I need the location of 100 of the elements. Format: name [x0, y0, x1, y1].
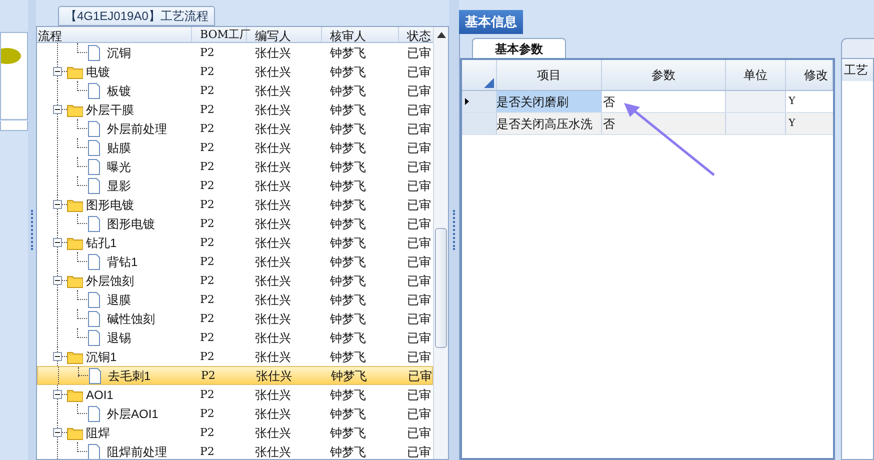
tree-label: 背钻1 [107, 254, 138, 270]
table-cell: P2 [200, 217, 214, 230]
tree-row[interactable]: 去毛刺1 P2 张仕兴 钟梦飞 已审 [37, 366, 433, 385]
tree-label: 图形电镀 [107, 216, 155, 232]
table-cell: 已审 [407, 330, 431, 344]
tree-label: 阻焊 [86, 424, 110, 442]
tree-label: 退膜 [107, 292, 131, 308]
scrollbar[interactable] [433, 27, 448, 459]
document-icon [87, 330, 101, 346]
collapse-toggle[interactable] [53, 105, 62, 114]
tree-label: 图形电镀 [86, 196, 134, 214]
table-cell: 钟梦飞 [330, 350, 366, 364]
table-cell: 已审 [407, 64, 431, 78]
table-cell: 钟梦飞 [330, 160, 366, 174]
collapse-toggle[interactable] [53, 276, 62, 285]
table-cell: 已审 [407, 122, 431, 136]
scroll-up-icon[interactable] [436, 32, 446, 38]
tree-label: 阻焊前处理 [107, 444, 167, 459]
column-header[interactable]: 单位 [743, 66, 768, 84]
minus-icon [54, 239, 61, 246]
table-cell: 张仕兴 [255, 292, 291, 306]
collapse-toggle[interactable] [53, 67, 62, 76]
table-cell: 已审 [407, 178, 431, 192]
splitter-handle[interactable] [449, 0, 459, 460]
splitter-handle[interactable] [28, 0, 36, 460]
table-cell: P2 [200, 350, 214, 364]
table-cell-text: 是否关闭高压水洗 [496, 116, 593, 132]
table-cell: 张仕兴 [255, 350, 291, 364]
table-cell: 已审 [407, 274, 431, 288]
table-cell: 钟梦飞 [330, 84, 366, 98]
table-row[interactable]: 是否关闭高压水洗 否 Y [462, 113, 833, 135]
column-header[interactable]: 核审人 [322, 27, 399, 42]
table-cell: 张仕兴 [255, 160, 291, 174]
table-cell: 张仕兴 [255, 426, 291, 440]
tree-label: 去毛刺1 [108, 368, 151, 384]
row-pointer-icon [465, 98, 469, 105]
collapse-toggle[interactable] [53, 428, 62, 437]
scroll-thumb[interactable] [435, 228, 447, 348]
table-cell: 张仕兴 [255, 198, 291, 212]
tree-label: 外层前处理 [107, 120, 167, 138]
document-icon [87, 254, 101, 270]
collapse-toggle[interactable] [53, 238, 62, 247]
table-cell: 张仕兴 [255, 444, 291, 458]
table-cell: 已审 [407, 388, 431, 402]
table-cell: 张仕兴 [255, 84, 291, 98]
table-cell: P2 [201, 369, 216, 382]
table-cell: 张仕兴 [255, 330, 291, 344]
folder-icon [67, 236, 83, 250]
table-cell: 张仕兴 [255, 64, 291, 78]
table-cell: 已审 [407, 444, 431, 458]
column-header[interactable]: 流程 [37, 27, 192, 42]
table-cell: 钟梦飞 [330, 122, 366, 136]
minus-icon [54, 429, 61, 436]
document-icon [87, 120, 101, 136]
table-cell: 张仕兴 [255, 140, 291, 154]
table-cell: 钟梦飞 [330, 46, 366, 60]
table-cell-text: Y [788, 95, 796, 109]
panel-title-tab[interactable]: 【4G1EJ019A0】工艺流程 [58, 6, 216, 26]
column-header[interactable]: 项目 [536, 66, 561, 84]
table-cell: 钟梦飞 [330, 236, 366, 250]
table-cell: P2 [200, 198, 214, 212]
tree-label: 板镀 [107, 82, 131, 100]
table-cell: P2 [200, 122, 214, 136]
document-icon [87, 310, 101, 326]
table-cell: P2 [200, 65, 214, 78]
tab[interactable]: 基本参数 [472, 38, 566, 58]
table-cell: 已审 [407, 198, 431, 212]
tree-label: 退锡 [107, 330, 131, 346]
minus-icon [54, 277, 61, 284]
table-cell: 张仕兴 [255, 122, 291, 136]
document-icon [87, 216, 101, 232]
table-cell: 已审 [407, 236, 431, 250]
table-cell: P2 [200, 274, 214, 288]
tab[interactable]: 基本信息 [459, 10, 523, 34]
document-icon [88, 368, 102, 384]
table-cell: 张仕兴 [255, 46, 291, 60]
table-cell: 张仕兴 [255, 216, 291, 230]
collapse-toggle[interactable] [53, 352, 62, 361]
table-cell: 已审 [407, 84, 431, 98]
table-cell: 张仕兴 [256, 368, 292, 382]
collapse-toggle[interactable] [53, 390, 62, 399]
table-cell-text: 否 [603, 94, 616, 110]
table-cell: P2 [200, 255, 214, 268]
column-header[interactable]: 参数 [652, 66, 676, 84]
table-cell: P2 [200, 331, 214, 344]
table-cell: P2 [200, 103, 214, 116]
collapse-toggle[interactable] [53, 200, 62, 209]
table-cell: 张仕兴 [255, 178, 291, 192]
column-header[interactable]: 修改 [804, 66, 828, 84]
table-cell: P2 [200, 236, 214, 250]
table-cell: 已审 [407, 140, 431, 154]
minus-icon [54, 201, 61, 208]
column-header[interactable]: 编写人 [247, 27, 322, 42]
table-cell: 钟梦飞 [330, 254, 366, 268]
table-cell: 钟梦飞 [330, 444, 366, 458]
table-row[interactable]: 是否关闭磨刷 否 Y [462, 91, 833, 113]
folder-icon [67, 102, 83, 116]
table-cell: 已审 [407, 312, 431, 326]
tree-label: 钻孔1 [86, 234, 117, 252]
table-cell: 已审 [407, 102, 431, 116]
